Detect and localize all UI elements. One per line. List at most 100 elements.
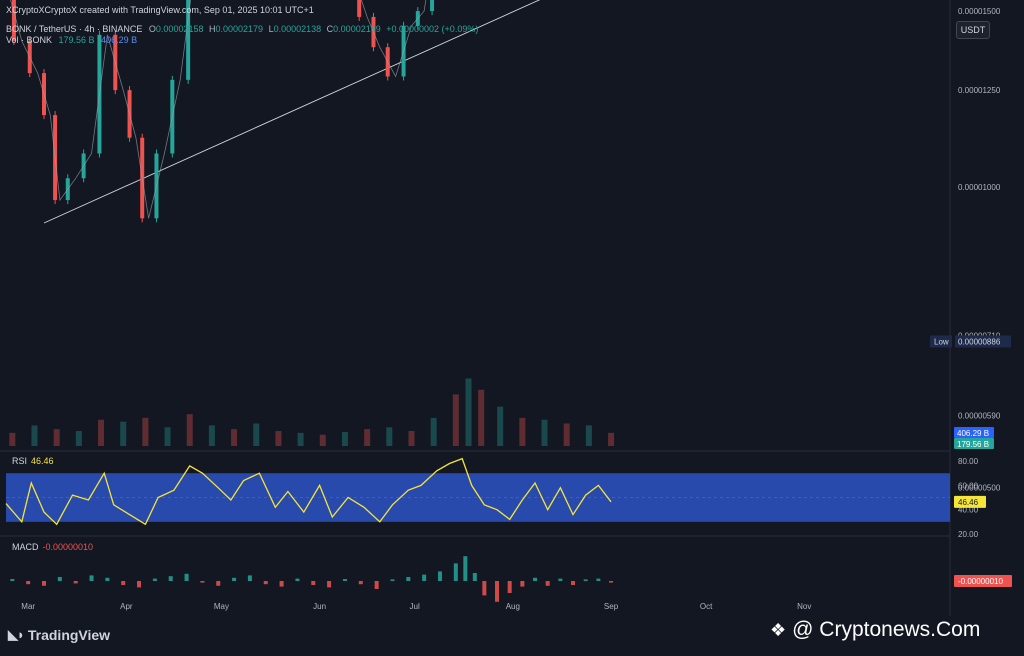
date-tick-label: Jul — [410, 602, 420, 611]
currency-button[interactable]: USDT — [956, 21, 990, 39]
volume-bar — [164, 427, 171, 446]
volume-bar — [478, 389, 485, 446]
macd-histogram-bar — [184, 573, 189, 581]
volume-bar — [9, 432, 16, 446]
low-label: Low — [934, 337, 949, 346]
macd-histogram-bar — [520, 581, 525, 587]
macd-histogram-bar — [10, 579, 15, 581]
volume-bar — [341, 431, 348, 446]
volume-badge-2: 179.56 B — [957, 440, 989, 449]
macd-histogram-bar — [358, 581, 363, 585]
volume-bar — [563, 423, 570, 446]
volume-bar — [408, 431, 415, 446]
macd-histogram-bar — [609, 581, 614, 583]
price-tick-label: 0.00001500 — [958, 7, 1001, 16]
rsi-tick-label: 60.00 — [958, 481, 979, 490]
date-tick-label: Jun — [313, 602, 326, 611]
macd-histogram-bar — [168, 576, 173, 581]
date-tick-label: Mar — [21, 602, 35, 611]
date-tick-label: Aug — [506, 602, 520, 611]
price-candle — [430, 0, 435, 12]
price-tick-label: 0.00000590 — [958, 412, 1001, 421]
macd-histogram-bar — [596, 578, 601, 581]
price-tick-label: 0.00001000 — [958, 183, 1001, 192]
volume-bar — [497, 406, 504, 446]
volume-legend: Vol · BONK 179.56 B 406.29 B — [6, 35, 137, 45]
volume-bar — [31, 425, 38, 446]
macd-histogram-bar — [495, 581, 500, 602]
rsi-last-value: 46.46 — [31, 456, 54, 466]
volume-badge-1: 406.29 B — [957, 429, 989, 438]
volume-bar — [519, 417, 526, 446]
date-tick-label: Nov — [797, 602, 811, 611]
volume-bar — [98, 419, 105, 446]
volume-value-1: 179.56 B — [58, 35, 95, 45]
volume-bar — [386, 427, 393, 446]
price-tick-label: 0.00001250 — [958, 86, 1001, 95]
macd-histogram-bar — [463, 556, 468, 581]
volume-bar — [297, 432, 304, 446]
macd-histogram-bar — [437, 571, 442, 581]
macd-legend: MACD -0.00000010 — [12, 542, 93, 552]
volume-bar — [208, 425, 215, 446]
volume-value-2: 406.29 B — [101, 35, 138, 45]
volume-bar — [53, 429, 60, 446]
volume-bar — [608, 432, 615, 446]
macd-histogram-bar — [453, 563, 458, 581]
rsi-last-badge-value: 46.46 — [958, 498, 979, 507]
symbol-legend: BONK / TetherUS · 4h · BINANCE O 0.000021… — [6, 24, 478, 34]
volume-bar — [430, 417, 437, 446]
macd-histogram-bar — [232, 577, 237, 581]
rsi-band — [6, 473, 950, 522]
macd-histogram-bar — [472, 573, 477, 581]
macd-histogram-bar — [583, 579, 588, 581]
diamond-logo-icon: ❖ — [770, 619, 787, 640]
ohlc-l: 0.00002138 — [273, 24, 322, 34]
symbol-label[interactable]: BONK / TetherUS · 4h · BINANCE — [6, 24, 142, 34]
ohlc-change: +0.00000002 (+0.09%) — [386, 24, 479, 34]
creator-caption: XCryptoXCryptoX created with TradingView… — [6, 5, 314, 15]
tradingview-logo-text: TradingView — [27, 627, 111, 643]
volume-bar — [465, 378, 472, 446]
volume-bar — [364, 429, 371, 446]
watermark-text: @ Cryptonews.Com — [792, 618, 981, 641]
macd-histogram-bar — [26, 581, 31, 585]
volume-bar — [231, 429, 238, 446]
rsi-tick-label: 80.00 — [958, 457, 979, 466]
date-tick-label: May — [214, 602, 229, 611]
volume-label[interactable]: Vol · BONK — [6, 35, 52, 45]
macd-histogram-bar — [89, 575, 94, 581]
macd-last-badge-value: -0.00000010 — [958, 577, 1003, 586]
date-tick-label: Oct — [700, 602, 713, 611]
macd-histogram-bar — [422, 574, 427, 581]
macd-histogram-bar — [105, 577, 110, 581]
macd-histogram-bar — [73, 581, 78, 584]
macd-histogram-bar — [216, 581, 221, 586]
volume-bar — [253, 423, 260, 446]
volume-bar — [120, 421, 127, 446]
macd-label[interactable]: MACD — [12, 542, 39, 552]
ohlc-o-label: O — [148, 24, 156, 34]
cryptonews-watermark: ❖ @ Cryptonews.Com — [770, 618, 980, 642]
ohlc-h: 0.00002179 — [215, 24, 264, 34]
macd-histogram-bar — [558, 578, 563, 581]
volume-bar — [75, 431, 82, 446]
macd-histogram-bar — [533, 577, 538, 581]
tradingview-icon: ◣◗ — [8, 627, 25, 642]
volume-bar — [452, 394, 459, 446]
rsi-label[interactable]: RSI — [12, 456, 27, 466]
macd-histogram-bar — [545, 581, 550, 586]
rsi-legend: RSI 46.46 — [12, 456, 54, 466]
macd-histogram-bar — [279, 581, 284, 587]
macd-histogram-bar — [311, 581, 316, 585]
macd-histogram-bar — [42, 581, 47, 586]
volume-bar — [585, 425, 592, 446]
macd-histogram-bar — [342, 579, 347, 581]
chart-canvas[interactable]: $0.0001 Target (+425%)0.000140000.000110… — [0, 0, 1024, 656]
tradingview-logo[interactable]: ◣◗ TradingView — [8, 627, 110, 643]
macd-histogram-bar — [263, 581, 268, 585]
macd-histogram-bar — [571, 581, 576, 585]
low-value: 0.00000886 — [958, 337, 1001, 346]
macd-histogram-bar — [327, 581, 332, 588]
macd-histogram-bar — [507, 581, 512, 593]
